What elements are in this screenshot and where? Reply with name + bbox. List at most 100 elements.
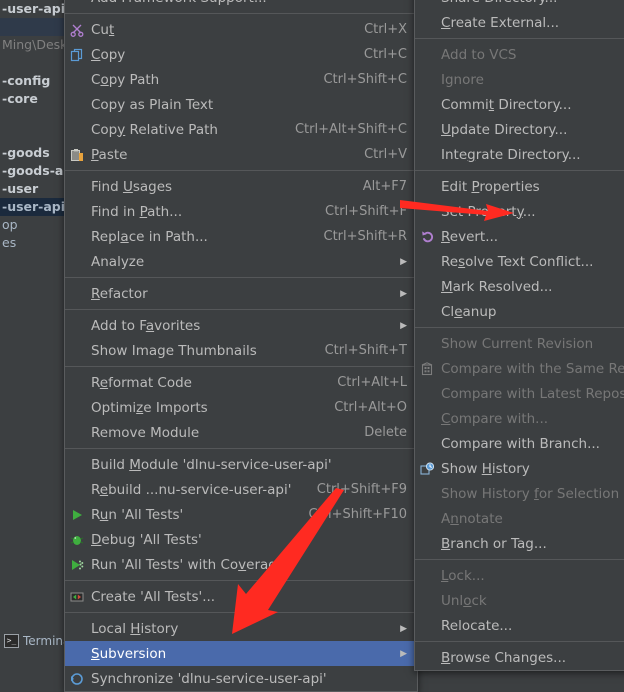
menu-item-paste[interactable]: Paste Ctrl+V (65, 142, 417, 167)
menu-item-copy-as-plain-text[interactable]: Copy as Plain Text (65, 92, 417, 117)
menu-item-find-in-path[interactable]: Find in Path... Ctrl+Shift+F (65, 199, 417, 224)
menu-item-label: Update Directory... (441, 121, 568, 138)
menu-item-annotate: Annotate (415, 506, 624, 531)
menu-item-add-framework-support[interactable]: Add Framework Support... (65, 0, 417, 10)
menu-item-create-external[interactable]: Create External... (415, 10, 624, 35)
tree-row[interactable] (0, 126, 66, 144)
menu-item-edit-properties[interactable]: Edit Properties (415, 174, 624, 199)
menu-item-add-to-favorites[interactable]: Add to Favorites ▶ (65, 313, 417, 338)
tree-row[interactable] (0, 108, 66, 126)
icon-placeholder (415, 431, 439, 456)
scissors-icon (65, 17, 89, 42)
menu-item-copy-path[interactable]: Copy Path Ctrl+Shift+C (65, 67, 417, 92)
menu-item-ignore: Ignore (415, 67, 624, 92)
menu-item-label: Copy as Plain Text (91, 96, 214, 113)
tree-row[interactable]: es (0, 234, 66, 252)
project-tool-window[interactable]: -user-api Ming\Desk -config -core -goods -goo… (0, 0, 67, 657)
menu-item-debug-all-tests[interactable]: Debug 'All Tests' (65, 527, 417, 552)
menu-item-label: Edit Properties (441, 178, 540, 195)
menu-item-label: Build Module 'dlnu-service-user-api' (91, 456, 332, 473)
menu-item-find-usages[interactable]: Find Usages Alt+F7 (65, 174, 417, 199)
menu-item-label: Branch or Tag... (441, 535, 547, 552)
revert-icon (415, 224, 439, 249)
menu-item-shortcut: Ctrl+Alt+O (334, 400, 407, 415)
menu-item-synchronize-dlnu-service-user-api[interactable]: Synchronize 'dlnu-service-user-api' (65, 666, 417, 691)
tree-row[interactable]: -user (0, 180, 66, 198)
module-context-menu[interactable]: Add Framework Support... Cut Ctrl+X Copy Ctr… (64, 0, 418, 692)
menu-item-resolve-text-conflict[interactable]: Resolve Text Conflict... (415, 249, 624, 274)
menu-item-show-image-thumbnails[interactable]: Show Image Thumbnails Ctrl+Shift+T (65, 338, 417, 363)
menu-item-reformat-code[interactable]: Reformat Code Ctrl+Alt+L (65, 370, 417, 395)
coverage-icon (65, 552, 89, 577)
menu-item-create-all-tests[interactable]: Create 'All Tests'... (65, 584, 417, 609)
icon-placeholder (415, 381, 439, 406)
icon-placeholder (415, 92, 439, 117)
menu-item-relocate[interactable]: Relocate... (415, 613, 624, 638)
menu-item-cleanup[interactable]: Cleanup (415, 299, 624, 324)
menu-item-show-history[interactable]: Show History (415, 456, 624, 481)
menu-item-run-all-tests[interactable]: Run 'All Tests' Ctrl+Shift+F10 (65, 502, 417, 527)
menu-item-run-all-tests-with-coverage[interactable]: Run 'All Tests' with Coverage (65, 552, 417, 577)
tree-row[interactable]: -goods (0, 144, 66, 162)
menu-separator (65, 13, 417, 14)
menu-item-refactor[interactable]: Refactor ▶ (65, 281, 417, 306)
tree-row[interactable]: -core (0, 90, 66, 108)
menu-item-rebuild-nu-service-user-api[interactable]: Rebuild ...nu-service-user-api' Ctrl+Shif… (65, 477, 417, 502)
icon-placeholder (415, 0, 439, 10)
paste-icon (65, 142, 89, 167)
menu-item-compare-with-branch[interactable]: Compare with Branch... (415, 431, 624, 456)
menu-item-label: Add Framework Support... (89, 0, 407, 6)
icon-placeholder (415, 174, 439, 199)
menu-item-local-history[interactable]: Local History ▶ (65, 616, 417, 641)
menu-item-set-property[interactable]: Set Property... (415, 199, 624, 224)
icon-placeholder (65, 452, 89, 477)
icon-placeholder (415, 563, 439, 588)
menu-item-label: Relocate... (441, 617, 513, 634)
icon-placeholder (415, 331, 439, 356)
tree-row[interactable]: -user-api (0, 198, 66, 216)
icon-placeholder (65, 616, 89, 641)
menu-item-update-directory[interactable]: Update Directory... (415, 117, 624, 142)
terminal-tool-tab[interactable]: >_ Termina (0, 631, 70, 651)
menu-item-share-directory[interactable]: Share Directory... (415, 0, 624, 10)
menu-item-branch-or-tag[interactable]: Branch or Tag... (415, 531, 624, 556)
menu-item-label: Copy (91, 46, 126, 63)
icon-placeholder (65, 338, 89, 363)
tree-row[interactable]: Ming\Desk (0, 36, 66, 54)
menu-item-copy-relative-path[interactable]: Copy Relative Path Ctrl+Alt+Shift+C (65, 117, 417, 142)
menu-item-show-current-revision: Show Current Revision (415, 331, 624, 356)
menu-item-browse-changes[interactable]: Browse Changes... (415, 645, 624, 670)
menu-item-remove-module[interactable]: Remove Module Delete (65, 420, 417, 445)
tree-row[interactable] (0, 54, 66, 72)
menu-item-replace-in-path[interactable]: Replace in Path... Ctrl+Shift+R (65, 224, 417, 249)
menu-separator (415, 170, 624, 171)
icon-placeholder (415, 67, 439, 92)
menu-item-integrate-directory[interactable]: Integrate Directory... (415, 142, 624, 167)
menu-item-shortcut: Ctrl+Alt+L (337, 375, 407, 390)
menu-item-mark-resolved[interactable]: Mark Resolved... (415, 274, 624, 299)
menu-item-analyze[interactable]: Analyze ▶ (65, 249, 417, 274)
menu-item-label: Debug 'All Tests' (91, 531, 202, 548)
subversion-submenu[interactable]: Share Directory... Create External... Add … (414, 0, 624, 671)
tree-row[interactable] (0, 18, 66, 36)
menu-item-shortcut: Ctrl+C (363, 47, 407, 62)
menu-item-optimize-imports[interactable]: Optimize Imports Ctrl+Alt+O (65, 395, 417, 420)
tree-row[interactable]: -goods-ap (0, 162, 66, 180)
menu-item-label: Add to VCS (441, 46, 517, 63)
menu-item-label: Share Directory... (439, 0, 624, 6)
menu-item-label: Copy Relative Path (91, 121, 218, 138)
icon-placeholder (415, 42, 439, 67)
tree-row[interactable]: -user-api (0, 0, 66, 18)
menu-item-label: Unlock (441, 592, 487, 609)
menu-separator (415, 327, 624, 328)
menu-item-subversion[interactable]: Subversion ▶ (65, 641, 417, 666)
menu-item-revert[interactable]: Revert... (415, 224, 624, 249)
chevron-right-icon: ▶ (400, 648, 407, 659)
tree-row[interactable]: -config (0, 72, 66, 90)
menu-item-shortcut: Ctrl+Alt+Shift+C (294, 122, 407, 137)
menu-item-copy[interactable]: Copy Ctrl+C (65, 42, 417, 67)
menu-item-commit-directory[interactable]: Commit Directory... (415, 92, 624, 117)
tree-row[interactable]: op (0, 216, 66, 234)
menu-item-build-module-dlnu-service-user-api[interactable]: Build Module 'dlnu-service-user-api' (65, 452, 417, 477)
menu-item-cut[interactable]: Cut Ctrl+X (65, 17, 417, 42)
